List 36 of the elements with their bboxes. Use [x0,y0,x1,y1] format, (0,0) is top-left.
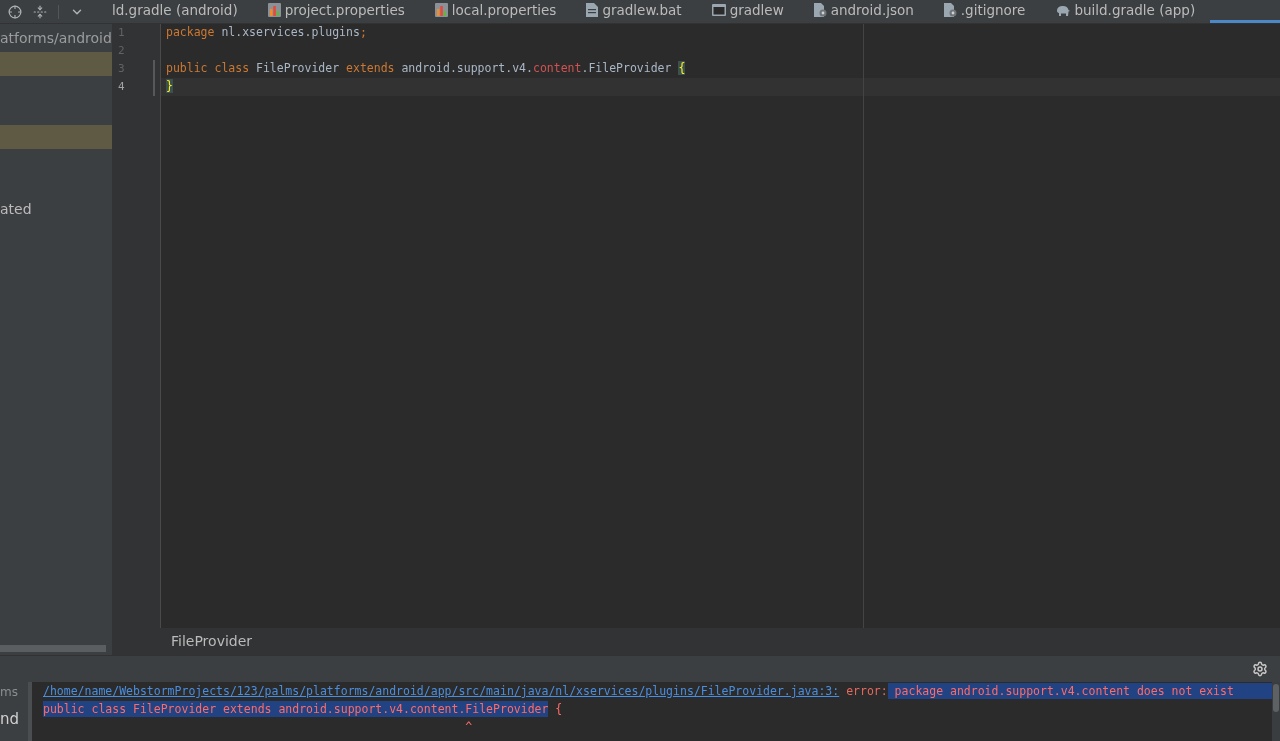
project-path[interactable]: atforms/android [0,27,112,49]
editor-tab[interactable]: gradlew.bat [571,0,697,23]
terminal-icon [711,4,726,16]
file-gear-icon [943,3,957,17]
editor-tab[interactable]: gradlew [696,0,799,23]
editor-tab[interactable]: project.properties [252,0,420,23]
editor-tab[interactable]: .gitignore [928,0,1041,23]
chart-file-icon [267,3,281,17]
code-editor[interactable]: package nl.xservices.plugins; public class FileProvider extends android.support.v4.content.FileProvider { } [161,24,1280,628]
source-line: { [554,701,563,717]
file-link[interactable]: /home/name/WebstormProjects/123/palms/platforms/android/app/src/main/java/nl/xservices/plugins/FileProvider.java:3: [43,683,840,699]
breadcrumb-item[interactable]: FileProvider [171,631,253,652]
file-gear-icon [813,3,827,17]
crosshair-icon[interactable] [8,4,22,19]
tree-item[interactable]: ated [0,199,32,221]
error-message: package android.support.v4.content does not exist [887,683,1272,699]
editor-tab[interactable]: ld.gradle (android) [112,0,253,23]
caret-marker: ^ [465,719,473,735]
code-line: package nl.xservices.plugins; [166,24,367,42]
code-line: public class FileProvider extends android.support.v4.content.FileProvider { [166,60,686,78]
elephant-icon [1055,4,1071,16]
settings-icon[interactable] [1252,661,1268,677]
tree-row[interactable] [0,52,112,77]
fold-icon[interactable] [33,4,47,19]
editor-tab[interactable]: local.properties [419,0,572,23]
error-label: error: [845,683,888,699]
editor-tab[interactable]: android.json [798,0,929,23]
tree-row[interactable] [0,124,112,150]
tool-window-label[interactable]: nd [0,710,20,728]
editor-tab[interactable]: build.gradle (app) [1040,0,1211,23]
document-icon [586,3,599,17]
line-number: 4 [118,78,125,95]
tool-window-label[interactable]: ms [0,685,18,699]
scrollbar[interactable] [0,645,106,652]
scrollbar[interactable] [1272,682,1280,741]
chart-file-icon [434,3,448,17]
